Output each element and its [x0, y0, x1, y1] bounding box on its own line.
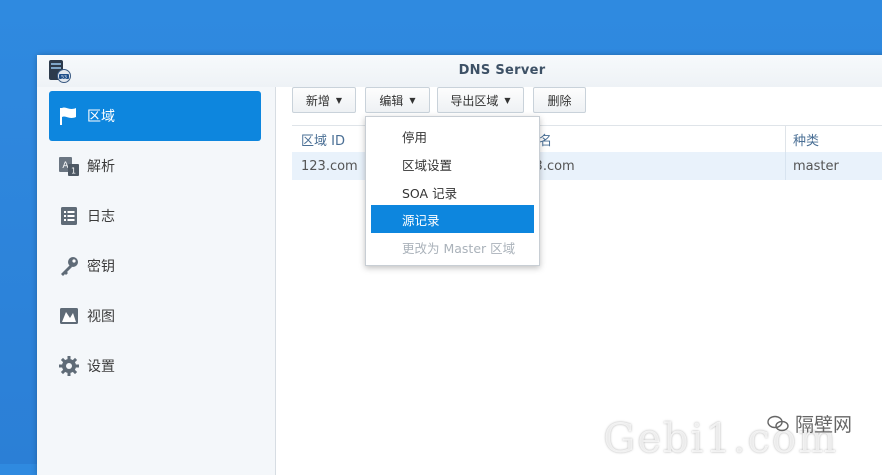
caret-down-icon: ▼	[335, 95, 343, 105]
menu-item-source-record[interactable]: 源记录	[371, 205, 534, 233]
edit-dropdown-menu: 停用 区域设置 SOA 记录 源记录 更改为 Master 区域	[365, 116, 540, 266]
flag-icon	[57, 104, 81, 128]
delete-button-label: 删除	[547, 93, 572, 108]
caret-down-icon: ▼	[504, 95, 511, 105]
key-icon	[57, 254, 81, 278]
sidebar-item-label: 视图	[87, 309, 115, 325]
watermark-brand: 隔壁网	[767, 410, 852, 437]
sidebar-item-resolve[interactable]: A1 解析	[49, 141, 261, 191]
delete-button[interactable]: 删除	[533, 87, 586, 113]
cell-zone-id: 123.com	[301, 158, 358, 174]
svg-text:1: 1	[71, 167, 76, 176]
view-icon	[57, 304, 81, 328]
export-zone-button[interactable]: 导出区域 ▼	[437, 87, 524, 113]
sidebar-item-label: 设置	[87, 359, 115, 375]
window-title: DNS Server	[458, 63, 546, 78]
column-header-type[interactable]: 种类	[793, 126, 819, 152]
sidebar-item-label: 区域	[87, 109, 115, 125]
sidebar-item-label: 解析	[87, 159, 115, 175]
create-button[interactable]: 新增 ▼	[292, 87, 356, 113]
menu-item-change-to-master: 更改为 Master 区域	[402, 240, 516, 256]
sidebar-item-log[interactable]: 日志	[49, 191, 261, 241]
sidebar-item-view[interactable]: 视图	[49, 291, 261, 341]
sidebar: 区域 A1 解析 日志 密钥 视图 设置	[37, 87, 275, 475]
column-separator	[785, 126, 786, 152]
menu-item-disable[interactable]: 停用	[371, 122, 534, 150]
edit-button[interactable]: 编辑 ▼	[365, 87, 430, 113]
sidebar-item-key[interactable]: 密钥	[49, 241, 261, 291]
sidebar-item-zones[interactable]: 区域	[49, 91, 261, 141]
menu-item-soa-record[interactable]: SOA 记录	[371, 178, 534, 206]
menu-item-zone-settings[interactable]: 区域设置	[371, 150, 534, 178]
column-separator	[785, 152, 786, 180]
column-header-zone-id[interactable]: 区域 ID	[301, 126, 345, 152]
create-button-label: 新增	[305, 93, 330, 108]
caret-down-icon: ▼	[409, 95, 416, 105]
gear-icon	[57, 354, 81, 378]
watermark-brand-label: 隔壁网	[794, 414, 852, 436]
log-icon	[57, 204, 81, 228]
edit-button-label: 编辑	[379, 93, 404, 108]
export-button-label: 导出区域	[450, 93, 499, 108]
sidebar-item-label: 日志	[87, 209, 115, 225]
window-titlebar: 53 DNS Server	[37, 55, 882, 87]
resolve-icon: A1	[57, 154, 81, 178]
wechat-icon	[767, 415, 789, 433]
cell-type: master	[793, 158, 839, 174]
sidebar-item-settings[interactable]: 设置	[49, 341, 261, 391]
sidebar-item-label: 密钥	[87, 259, 115, 275]
